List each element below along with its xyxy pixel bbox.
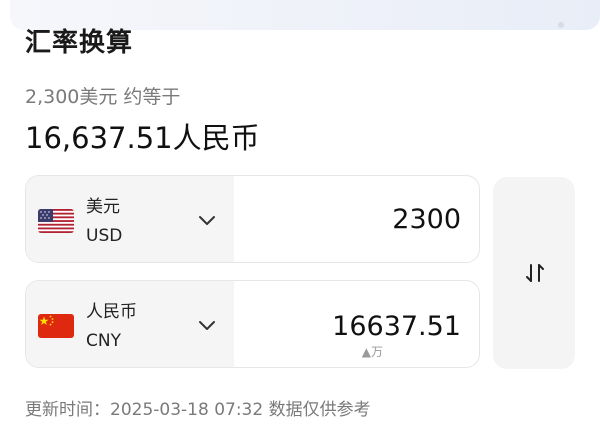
currency-code-usd: USD bbox=[86, 226, 123, 246]
chevron-down-icon[interactable] bbox=[198, 212, 216, 225]
currency-selector-cny[interactable]: 人民币 CNY bbox=[26, 281, 234, 367]
us-flag-icon bbox=[38, 209, 74, 233]
swap-vertical-icon bbox=[523, 261, 547, 285]
amount-input-cny[interactable]: 16637.51 ▲万 bbox=[234, 281, 479, 367]
amount-value-usd: 2300 bbox=[392, 204, 461, 235]
currency-code-cny: CNY bbox=[86, 331, 121, 351]
currency-selector-usd[interactable]: 美元 USD bbox=[26, 176, 234, 262]
amount-value-cny: 16637.51 bbox=[332, 311, 461, 342]
dot-indicator-icon bbox=[558, 22, 564, 28]
swap-currencies-button[interactable] bbox=[493, 177, 575, 369]
currency-row-usd: 美元 USD 2300 bbox=[25, 175, 480, 263]
amount-input-usd[interactable]: 2300 bbox=[234, 176, 479, 262]
conversion-source-text: 2,300美元 约等于 bbox=[25, 86, 181, 108]
chevron-down-icon[interactable] bbox=[198, 317, 216, 330]
conversion-result-text: 16,637.51人民币 bbox=[25, 121, 260, 155]
unit-hint: ▲万 bbox=[361, 345, 383, 359]
currency-name-cny: 人民币 bbox=[86, 302, 137, 322]
currency-name-usd: 美元 bbox=[86, 197, 120, 217]
update-timestamp: 更新时间：2025-03-18 07:32 数据仅供参考 bbox=[25, 400, 371, 420]
cn-flag-icon bbox=[38, 314, 74, 338]
currency-row-cny: 人民币 CNY 16637.51 ▲万 bbox=[25, 280, 480, 368]
page-title: 汇率换算 bbox=[25, 28, 134, 58]
